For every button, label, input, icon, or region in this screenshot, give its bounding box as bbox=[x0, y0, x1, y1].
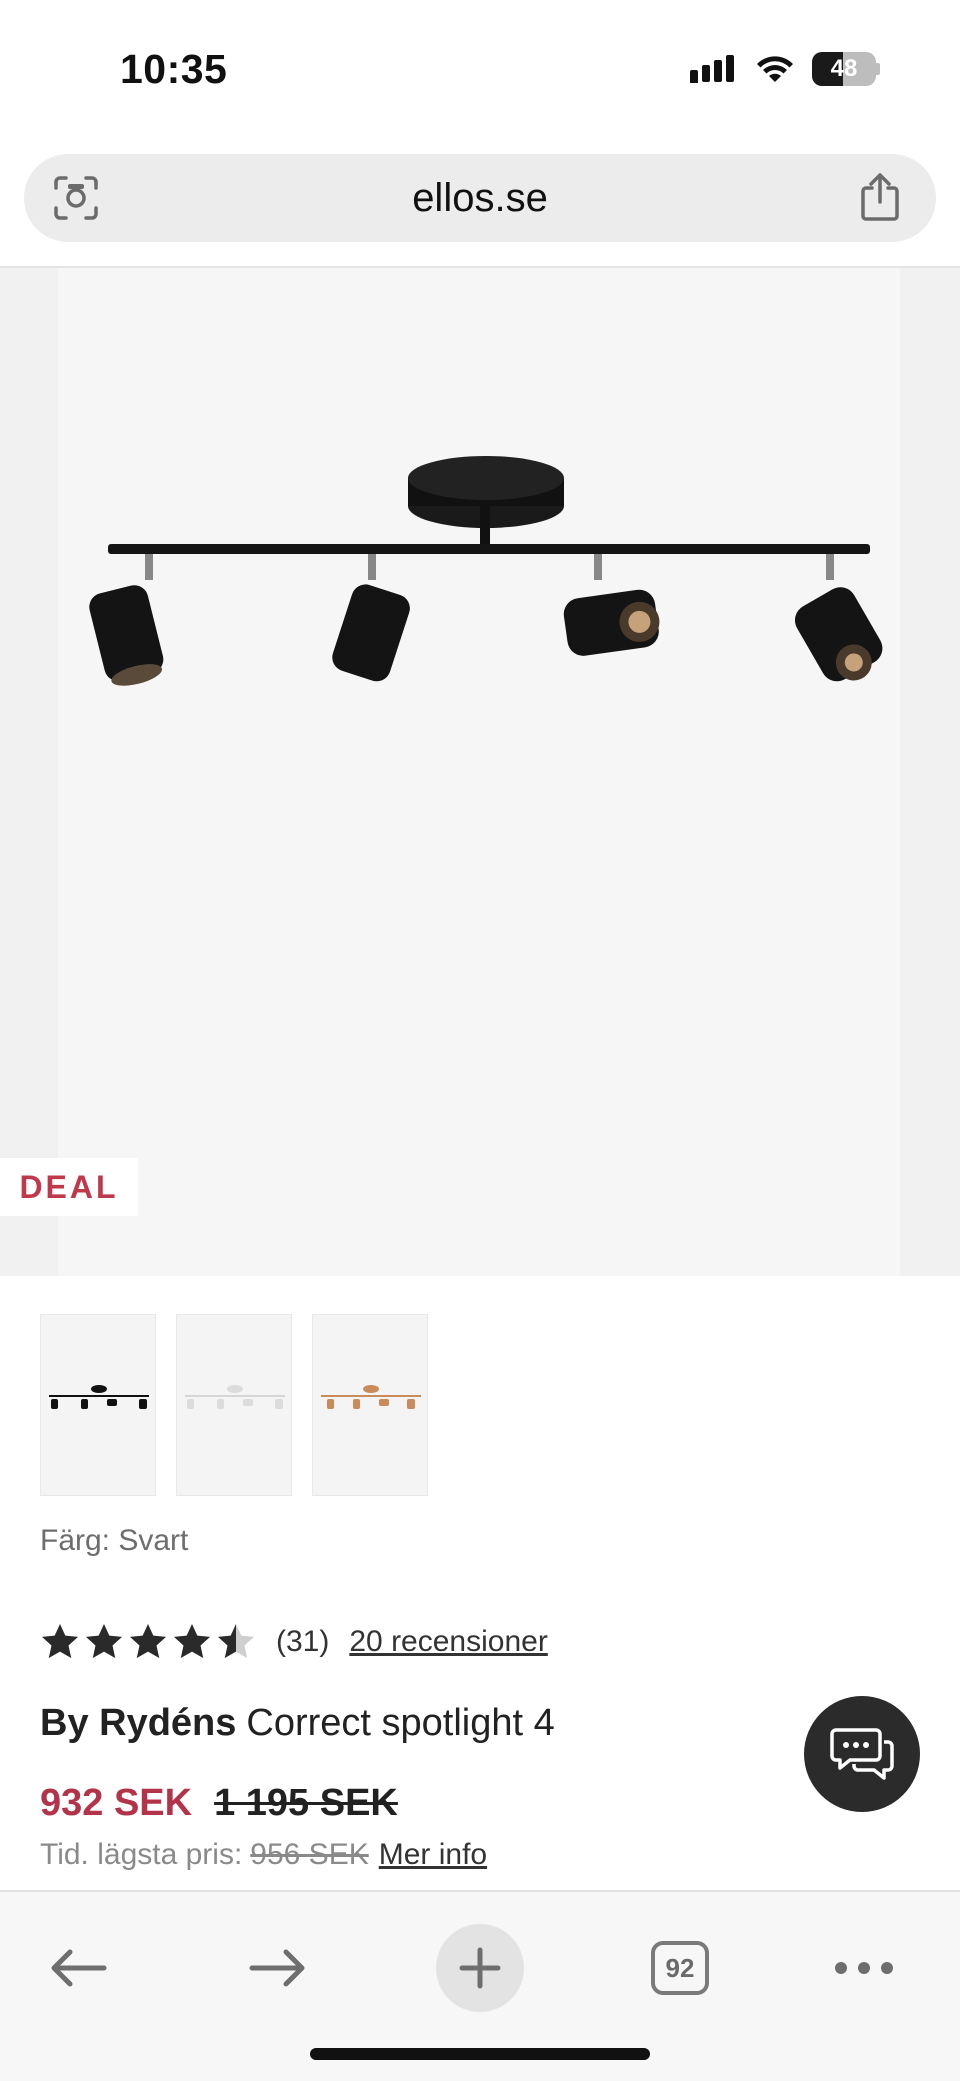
lowest-price: 956 SEK bbox=[250, 1838, 369, 1871]
sale-price: 932 SEK bbox=[40, 1782, 193, 1824]
status-time: 10:35 bbox=[120, 46, 228, 92]
chat-icon bbox=[830, 1728, 894, 1780]
rating-count: (31) bbox=[276, 1625, 330, 1658]
thumbnail-black[interactable] bbox=[40, 1314, 156, 1496]
star-icon bbox=[218, 1624, 254, 1658]
star-rating bbox=[40, 1622, 256, 1662]
product-name: Correct spotlight 4 bbox=[246, 1702, 555, 1744]
back-button[interactable] bbox=[40, 1928, 116, 2008]
product-image[interactable]: DEAL bbox=[0, 268, 960, 1276]
tabs-button[interactable]: 92 bbox=[650, 1928, 710, 2008]
battery-icon: 48 bbox=[812, 52, 876, 86]
product-title: By Rydéns Correct spotlight 4 bbox=[40, 1702, 555, 1745]
star-icon bbox=[86, 1624, 122, 1658]
thumbnail-white[interactable] bbox=[176, 1314, 292, 1496]
battery-tip bbox=[876, 63, 880, 75]
price-row: 932 SEK 1 195 SEK bbox=[40, 1782, 398, 1825]
screen-search-icon[interactable] bbox=[52, 174, 100, 222]
status-icons: 48 bbox=[690, 52, 880, 86]
new-tab-icon bbox=[459, 1947, 501, 1989]
thumbnail-list bbox=[40, 1314, 428, 1496]
rating-row: (31) 20 recensioner bbox=[40, 1622, 548, 1662]
signal-icon bbox=[690, 55, 734, 83]
star-icon bbox=[130, 1624, 166, 1658]
thumbnail-copper-image bbox=[321, 1385, 421, 1409]
star-icon bbox=[42, 1624, 78, 1658]
more-info-link[interactable]: Mer info bbox=[379, 1838, 487, 1871]
status-bar: 10:35 48 bbox=[0, 0, 960, 140]
thumbnail-copper[interactable] bbox=[312, 1314, 428, 1496]
tabs-icon: 92 bbox=[651, 1941, 709, 1995]
brand-name[interactable]: By Rydéns bbox=[40, 1702, 236, 1744]
spotlight-product-photo bbox=[89, 456, 883, 686]
new-tab-button[interactable] bbox=[436, 1924, 524, 2012]
more-icon bbox=[835, 1962, 893, 1974]
share-icon[interactable] bbox=[858, 172, 902, 222]
chat-button[interactable] bbox=[804, 1696, 920, 1812]
address-bar[interactable]: ellos.se bbox=[24, 154, 936, 242]
forward-button[interactable] bbox=[240, 1928, 316, 2008]
home-indicator bbox=[310, 2048, 650, 2060]
url-text[interactable]: ellos.se bbox=[412, 176, 548, 221]
battery-level: 48 bbox=[830, 55, 858, 82]
more-button[interactable] bbox=[828, 1928, 900, 2008]
wifi-icon bbox=[757, 56, 793, 82]
reviews-link[interactable]: 20 recensioner bbox=[349, 1625, 547, 1659]
thumbnail-white-image bbox=[185, 1385, 285, 1409]
deal-badge: DEAL bbox=[0, 1158, 138, 1216]
color-label: Färg: Svart bbox=[40, 1524, 189, 1557]
original-price: 1 195 SEK bbox=[214, 1782, 398, 1824]
lowest-price-label: Tid. lägsta pris: bbox=[40, 1838, 243, 1871]
thumbnail-black-image bbox=[49, 1385, 149, 1409]
forward-icon bbox=[249, 1949, 305, 1987]
lowest-price-row: Tid. lägsta pris: 956 SEK Mer info bbox=[40, 1838, 487, 1872]
star-icon bbox=[174, 1624, 210, 1658]
back-icon bbox=[51, 1949, 107, 1987]
